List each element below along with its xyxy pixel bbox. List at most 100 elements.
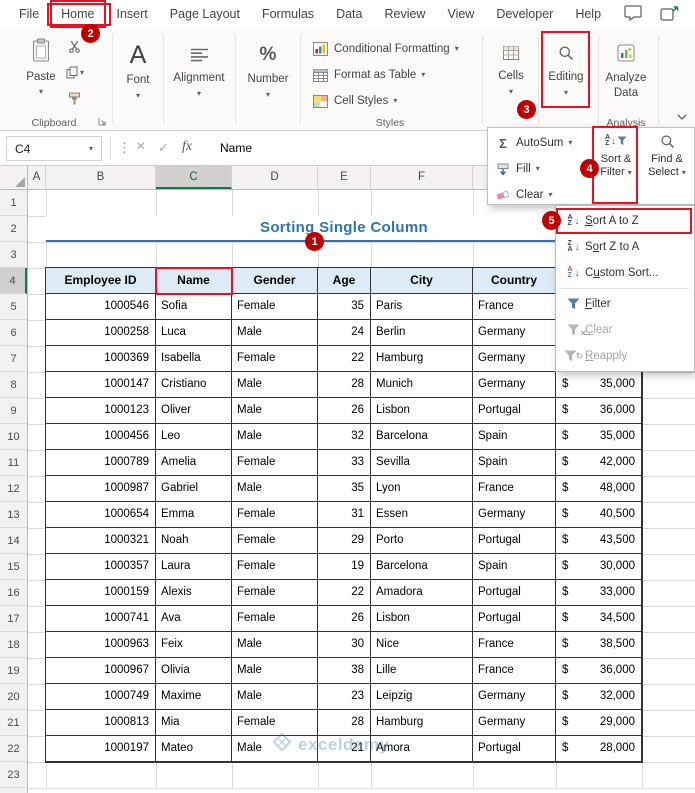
table-cell[interactable]: Maxime xyxy=(156,684,232,710)
table-header-cell[interactable]: Country xyxy=(473,268,556,294)
share-icon[interactable] xyxy=(660,5,679,26)
table-cell[interactable]: Female xyxy=(232,502,318,528)
table-cell[interactable]: 1000789 xyxy=(46,450,156,476)
table-cell[interactable]: 1000967 xyxy=(46,658,156,684)
table-cell[interactable]: Portugal xyxy=(473,580,556,606)
table-cell[interactable]: Lisbon xyxy=(371,606,473,632)
ribbon-tab-view[interactable]: View xyxy=(436,0,485,28)
salary-cell[interactable]: $35,000 xyxy=(556,424,642,450)
table-cell[interactable]: 28 xyxy=(318,372,371,398)
salary-cell[interactable]: $30,000 xyxy=(556,554,642,580)
table-cell[interactable]: Female xyxy=(232,554,318,580)
salary-cell[interactable]: $33,000 xyxy=(556,580,642,606)
salary-cell[interactable]: $40,500 xyxy=(556,502,642,528)
ribbon-tab-help[interactable]: Help xyxy=(564,0,612,28)
table-cell[interactable]: 1000546 xyxy=(46,294,156,320)
table-cell[interactable]: Mateo xyxy=(156,736,232,762)
table-cell[interactable]: Essen xyxy=(371,502,473,528)
table-cell[interactable]: Porto xyxy=(371,528,473,554)
table-cell[interactable]: Female xyxy=(232,294,318,320)
alignment-group-button[interactable]: Alignment ▾ xyxy=(167,34,231,124)
salary-cell[interactable]: $43,500 xyxy=(556,528,642,554)
table-cell[interactable]: Olivia xyxy=(156,658,232,684)
table-cell[interactable]: Female xyxy=(232,580,318,606)
clipboard-dialog-launcher[interactable] xyxy=(98,117,107,126)
more-options-icon[interactable]: ⋮ xyxy=(118,140,131,156)
table-header-cell[interactable]: City xyxy=(371,268,473,294)
find-select-button[interactable]: Find & Select ▾ xyxy=(642,131,692,203)
table-cell[interactable]: 38 xyxy=(318,658,371,684)
table-cell[interactable]: 23 xyxy=(318,684,371,710)
collapse-ribbon-icon[interactable] xyxy=(677,107,687,125)
table-cell[interactable]: 1000369 xyxy=(46,346,156,372)
fill-button[interactable]: Fill ▾ xyxy=(495,157,591,181)
salary-cell[interactable]: $29,000 xyxy=(556,710,642,736)
table-cell[interactable]: Nice xyxy=(371,632,473,658)
name-box[interactable]: C4 ▾ xyxy=(6,136,102,161)
table-cell[interactable]: Lisbon xyxy=(371,398,473,424)
table-cell[interactable]: Male xyxy=(232,398,318,424)
menu-item-custom-sort[interactable]: A Z ↓ Custom Sort... xyxy=(556,260,694,286)
table-cell[interactable]: Male xyxy=(232,424,318,450)
font-group-button[interactable]: A Font ▾ xyxy=(116,34,160,124)
table-cell[interactable]: Luca xyxy=(156,320,232,346)
table-cell[interactable]: Amadora xyxy=(371,580,473,606)
table-cell[interactable]: Berlin xyxy=(371,320,473,346)
table-cell[interactable]: Female xyxy=(232,450,318,476)
table-cell[interactable]: 35 xyxy=(318,294,371,320)
table-cell[interactable]: Cristiano xyxy=(156,372,232,398)
table-cell[interactable]: Spain xyxy=(473,450,556,476)
table-cell[interactable]: Feix xyxy=(156,632,232,658)
table-header-cell[interactable]: Gender xyxy=(232,268,318,294)
table-cell[interactable]: Leipzig xyxy=(371,684,473,710)
table-cell[interactable]: 32 xyxy=(318,424,371,450)
ribbon-tab-data[interactable]: Data xyxy=(325,0,373,28)
table-cell[interactable]: Laura xyxy=(156,554,232,580)
table-cell[interactable]: Portugal xyxy=(473,398,556,424)
salary-cell[interactable]: $28,000 xyxy=(556,736,642,762)
salary-cell[interactable]: $48,000 xyxy=(556,476,642,502)
table-cell[interactable]: 1000654 xyxy=(46,502,156,528)
table-cell[interactable]: Spain xyxy=(473,424,556,450)
formula-input[interactable]: Name xyxy=(220,141,252,155)
table-cell[interactable]: 1000197 xyxy=(46,736,156,762)
table-cell[interactable]: Barcelona xyxy=(371,554,473,580)
table-cell[interactable]: Ava xyxy=(156,606,232,632)
table-cell[interactable]: Germany xyxy=(473,346,556,372)
table-cell[interactable]: 30 xyxy=(318,632,371,658)
table-cell[interactable]: Munich xyxy=(371,372,473,398)
table-cell[interactable]: 24 xyxy=(318,320,371,346)
table-cell[interactable]: Sevilla xyxy=(371,450,473,476)
table-cell[interactable]: Oliver xyxy=(156,398,232,424)
table-cell[interactable]: 1000321 xyxy=(46,528,156,554)
table-cell[interactable]: 1000963 xyxy=(46,632,156,658)
table-cell[interactable]: 1000741 xyxy=(46,606,156,632)
table-cell[interactable]: 1000456 xyxy=(46,424,156,450)
table-cell[interactable]: 31 xyxy=(318,502,371,528)
table-cell[interactable]: 26 xyxy=(318,606,371,632)
table-cell[interactable]: 1000357 xyxy=(46,554,156,580)
table-cell[interactable]: Female xyxy=(232,528,318,554)
table-cell[interactable]: 1000123 xyxy=(46,398,156,424)
ribbon-tab-file[interactable]: File xyxy=(8,0,50,28)
table-cell[interactable]: Male xyxy=(232,476,318,502)
conditional-formatting-button[interactable]: Conditional Formatting ▾ xyxy=(312,38,459,60)
table-cell[interactable]: Male xyxy=(232,320,318,346)
format-as-table-button[interactable]: Format as Table ▾ xyxy=(312,64,425,86)
table-cell[interactable]: 1000813 xyxy=(46,710,156,736)
table-cell[interactable]: 22 xyxy=(318,580,371,606)
ribbon-tab-developer[interactable]: Developer xyxy=(485,0,564,28)
salary-cell[interactable]: $32,000 xyxy=(556,684,642,710)
table-cell[interactable]: 1000258 xyxy=(46,320,156,346)
table-cell[interactable]: Noah xyxy=(156,528,232,554)
table-cell[interactable]: 35 xyxy=(318,476,371,502)
copy-button[interactable]: ▾ xyxy=(66,66,84,79)
enter-icon[interactable]: ✓ xyxy=(158,140,169,156)
table-cell[interactable]: Emma xyxy=(156,502,232,528)
table-cell[interactable]: Male xyxy=(232,372,318,398)
salary-cell[interactable]: $36,000 xyxy=(556,658,642,684)
insert-function-icon[interactable]: fx xyxy=(182,139,192,155)
table-cell[interactable]: 29 xyxy=(318,528,371,554)
table-cell[interactable]: France xyxy=(473,632,556,658)
table-cell[interactable]: 19 xyxy=(318,554,371,580)
